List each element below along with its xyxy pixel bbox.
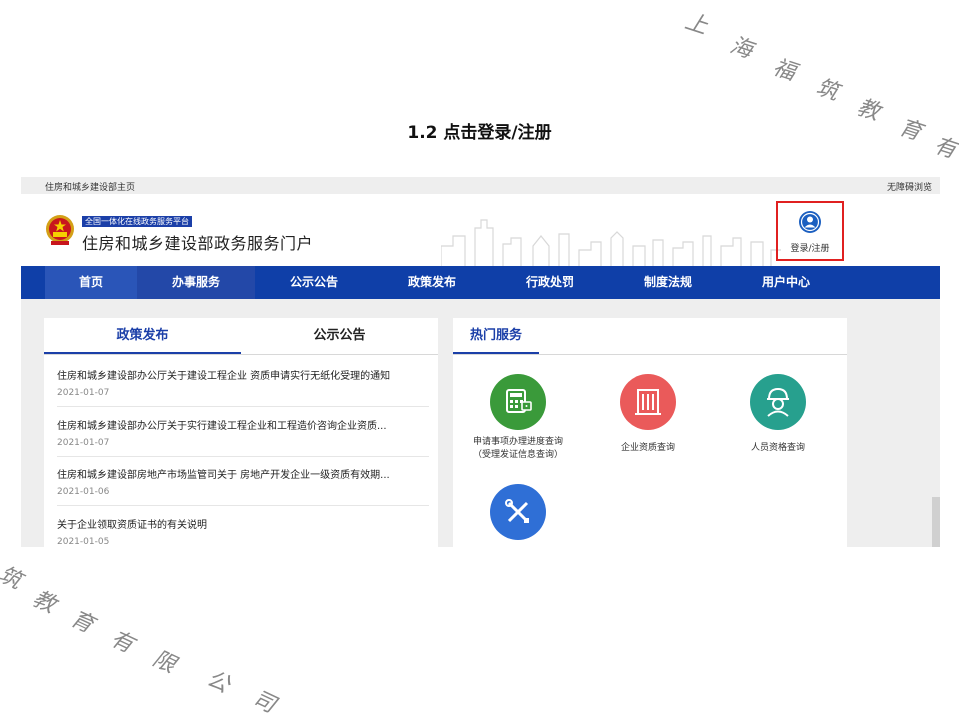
news-panel: 政策发布 公示公告 住房和城乡建设部办公厅关于建设工程企业 资质申请实行无纸化受…	[44, 318, 438, 547]
news-title[interactable]: 住房和城乡建设部办公厅关于实行建设工程企业和工程造价咨询企业资质...	[57, 417, 387, 432]
accessibility-link[interactable]: 无障碍浏览	[887, 180, 932, 193]
login-register-label: 登录/注册	[790, 244, 830, 254]
news-date: 2021-01-05	[57, 537, 110, 547]
nav-item-services[interactable]: 办事服务	[137, 266, 255, 299]
tab-hot-services[interactable]: 热门服务	[453, 318, 539, 354]
hot-services-panel: 热门服务 申请事项办理进度查询 （受理发证信息查询） 企业资质查询 人员资格查询	[453, 318, 847, 547]
news-date: 2021-01-07	[57, 438, 110, 448]
home-link[interactable]: 住房和城乡建设部主页	[45, 180, 135, 193]
portal-tag: 全国一体化在线政务服务平台	[82, 216, 192, 227]
watermark-char: 教	[28, 586, 60, 619]
nav-item-user-center[interactable]: 用户中心	[727, 266, 845, 299]
city-skyline-decoration	[441, 219, 781, 266]
tab-divider	[44, 354, 438, 355]
nav-item-home[interactable]: 首页	[45, 266, 137, 299]
watermark-char: 上	[681, 9, 711, 40]
watermark-char: 有	[106, 626, 138, 659]
news-item[interactable]: 住房和城乡建设部办公厅关于实行建设工程企业和工程造价咨询企业资质... 2021…	[57, 417, 429, 457]
worker-helmet-icon[interactable]	[750, 374, 806, 430]
news-date: 2021-01-06	[57, 487, 110, 497]
portal-screenshot: 住房和城乡建设部主页 无障碍浏览 全国一体化在线政务服务平台 住房和城乡建设部政…	[21, 177, 940, 547]
building-icon[interactable]	[620, 374, 676, 430]
slide-title: 1.2 点击登录/注册	[407, 123, 552, 143]
nav-item-penalties[interactable]: 行政处罚	[491, 266, 609, 299]
login-register-button[interactable]: 登录/注册	[776, 201, 844, 261]
watermark-char: 育	[66, 606, 98, 639]
watermark-char: 公	[202, 666, 234, 699]
portal-header: 全国一体化在线政务服务平台 住房和城乡建设部政务服务门户 登录/注册	[21, 194, 940, 266]
news-item[interactable]: 住房和城乡建设部房地产市场监管司关于 房地产开发企业一级资质有效期... 202…	[57, 466, 429, 506]
news-date: 2021-01-07	[57, 388, 110, 398]
watermark-char: 筑	[0, 562, 26, 595]
news-title[interactable]: 住房和城乡建设部办公厅关于建设工程企业 资质申请实行无纸化受理的通知	[57, 367, 390, 382]
watermark-char: 限	[148, 646, 180, 679]
news-title[interactable]: 住房和城乡建设部房地产市场监管司关于 房地产开发企业一级资质有效期...	[57, 466, 390, 481]
main-nav: 首页 办事服务 公示公告 政策发布 行政处罚 制度法规 用户中心	[21, 266, 940, 299]
service-label: （受理发证信息查询）	[472, 450, 563, 460]
scrollbar[interactable]	[932, 497, 940, 547]
national-emblem-icon	[46, 215, 74, 245]
service-label: 申请事项办理进度查询	[472, 437, 563, 447]
nav-item-regulations[interactable]: 制度法规	[609, 266, 727, 299]
news-item[interactable]: 关于企业领取资质证书的有关说明 2021-01-05	[57, 516, 429, 547]
watermark-char: 司	[248, 686, 280, 718]
tab-announcements[interactable]: 公示公告	[241, 318, 438, 354]
tab-divider	[453, 354, 847, 355]
nav-item-announcements[interactable]: 公示公告	[255, 266, 373, 299]
portal-name: 住房和城乡建设部政务服务门户	[82, 234, 314, 253]
service-label: 人员资格查询	[750, 443, 805, 453]
user-circle-icon	[799, 211, 821, 233]
top-utility-bar: 住房和城乡建设部主页 无障碍浏览	[21, 177, 940, 194]
watermark-char: 筑	[812, 75, 842, 106]
news-title[interactable]: 关于企业领取资质证书的有关说明	[57, 516, 207, 531]
watermark-char: 福	[769, 55, 799, 86]
tools-icon[interactable]	[490, 484, 546, 540]
nav-item-policy[interactable]: 政策发布	[373, 266, 491, 299]
tab-policy[interactable]: 政策发布	[44, 318, 241, 354]
news-item[interactable]: 住房和城乡建设部办公厅关于建设工程企业 资质申请实行无纸化受理的通知 2021-…	[57, 367, 429, 407]
service-label: 企业资质查询	[620, 443, 675, 453]
calculator-icon[interactable]	[490, 374, 546, 430]
watermark-char: 海	[726, 33, 756, 64]
